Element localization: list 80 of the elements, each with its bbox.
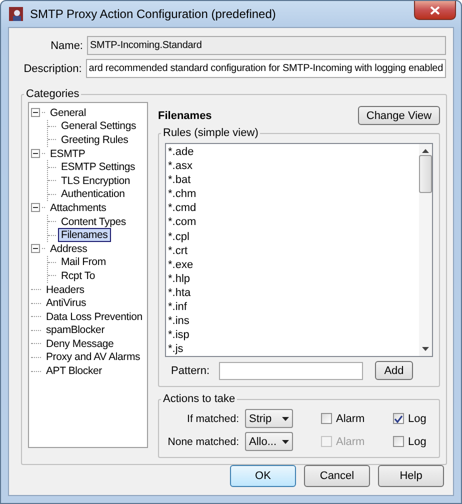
- app-icon: [8, 6, 24, 22]
- action-dropdown[interactable]: Strip: [245, 409, 293, 428]
- list-item[interactable]: *.ade: [168, 146, 194, 158]
- panel-title: Filenames: [158, 110, 212, 122]
- group-title: Actions to take: [162, 393, 236, 405]
- scrollbar[interactable]: [419, 144, 432, 356]
- tree-item[interactable]: spamBlocker: [43, 323, 108, 338]
- checkbox-label: Alarm: [336, 412, 365, 424]
- list-item[interactable]: *.exe: [168, 258, 194, 271]
- tree-item[interactable]: Proxy and AV Alarms: [43, 350, 144, 364]
- minus-icon: [33, 246, 38, 252]
- tree-item[interactable]: Rcpt To: [58, 268, 98, 283]
- tree-item[interactable]: Address: [47, 242, 90, 256]
- action-dropdown[interactable]: Allo...: [245, 432, 293, 451]
- list-item[interactable]: *.bat: [168, 174, 191, 186]
- list-item[interactable]: *.com: [168, 216, 196, 228]
- tree-item[interactable]: Authentication: [58, 187, 128, 202]
- minus-icon: [33, 110, 38, 116]
- list-item[interactable]: *.ins: [168, 315, 190, 328]
- collapse-toggle[interactable]: [31, 244, 40, 254]
- tree-item[interactable]: Filenames: [58, 228, 111, 242]
- name-field[interactable]: SMTP-Incoming.Standard: [87, 36, 446, 55]
- tree-item[interactable]: APT Blocker: [43, 364, 105, 378]
- list-item[interactable]: *.asx: [168, 160, 192, 172]
- tree-item[interactable]: Data Loss Prevention: [43, 310, 146, 324]
- minus-icon: [33, 205, 38, 210]
- field-label: Description:: [22, 62, 82, 74]
- field-label: None matched:: [166, 436, 239, 448]
- tree-item[interactable]: ESMTP Settings: [58, 160, 138, 174]
- tree-item[interactable]: Greeting Rules: [58, 132, 132, 147]
- tree-item[interactable]: Deny Message: [43, 336, 117, 351]
- list-item[interactable]: *.js: [168, 343, 184, 356]
- tree-item[interactable]: Headers: [43, 282, 88, 297]
- tree-item[interactable]: ESMTP: [47, 146, 88, 161]
- description-field[interactable]: ard recommended standard configuration for SMTP-Incoming with logging enabled: [86, 59, 446, 78]
- checkbox-label: Alarm: [336, 436, 365, 448]
- checkbox[interactable]: [393, 413, 404, 424]
- scroll-down-icon[interactable]: [422, 347, 429, 351]
- tree-item[interactable]: General Settings: [58, 119, 140, 134]
- field-label: Pattern:: [170, 364, 211, 376]
- dialog-button[interactable]: Help: [378, 465, 444, 487]
- scroll-up-icon[interactable]: [422, 149, 429, 153]
- group-title: Rules (simple view): [162, 127, 260, 139]
- close-icon: [430, 6, 440, 14]
- dialog-button[interactable]: OK: [230, 465, 296, 487]
- tree-item[interactable]: General: [47, 106, 89, 120]
- caret-icon: [282, 440, 289, 444]
- list-item[interactable]: *.cpl: [168, 230, 190, 243]
- field-label: Name:: [50, 40, 83, 52]
- tree-item[interactable]: TLS Encryption: [58, 174, 133, 188]
- checkbox-label: Log: [408, 412, 426, 424]
- list-item[interactable]: *.chm: [168, 188, 196, 200]
- collapse-toggle[interactable]: [31, 108, 40, 118]
- list-item[interactable]: *.crt: [168, 244, 188, 257]
- collapse-toggle[interactable]: [31, 149, 40, 158]
- list-item[interactable]: *.isp: [168, 329, 190, 342]
- tree-item[interactable]: Attachments: [47, 200, 110, 215]
- checkbox-label: Log: [408, 436, 426, 448]
- list-item[interactable]: *.inf: [168, 301, 187, 314]
- group-title: Categories: [25, 88, 80, 100]
- add-button[interactable]: Add: [375, 361, 413, 380]
- checkbox[interactable]: [321, 413, 332, 424]
- tree-item[interactable]: AntiVirus: [43, 296, 90, 310]
- collapse-toggle[interactable]: [31, 203, 40, 212]
- scroll-thumb[interactable]: [419, 155, 432, 193]
- pattern-field[interactable]: [219, 362, 363, 380]
- list-item[interactable]: *.hlp: [168, 272, 190, 285]
- tree-item[interactable]: Mail From: [58, 255, 109, 270]
- list-item[interactable]: *.cmd: [168, 202, 196, 214]
- minus-icon: [33, 151, 38, 156]
- caret-icon: [282, 416, 289, 420]
- list-item[interactable]: *.hta: [168, 286, 191, 299]
- tree-item[interactable]: Content Types: [58, 214, 129, 229]
- checkbox[interactable]: [393, 436, 404, 447]
- close-button[interactable]: [414, 1, 456, 20]
- check-icon: [394, 414, 403, 422]
- field-label: If matched:: [186, 412, 239, 424]
- dialog-button[interactable]: Cancel: [304, 465, 370, 487]
- window-title: SMTP Proxy Action Configuration (predefined): [30, 7, 276, 21]
- change-view-button[interactable]: Change View: [358, 106, 440, 125]
